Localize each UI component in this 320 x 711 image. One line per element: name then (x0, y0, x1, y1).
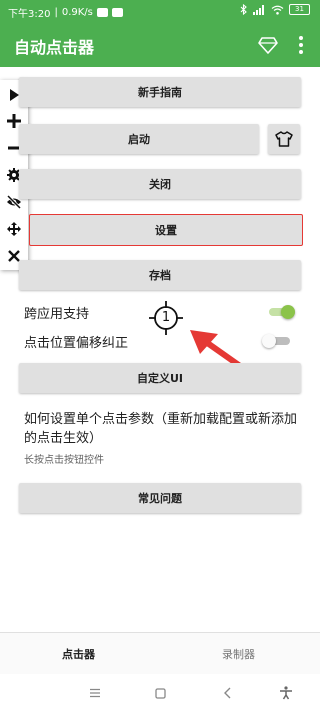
custom-ui-button[interactable]: 自定义UI (19, 363, 301, 393)
info-subtitle: 长按点击按钮控件 (24, 455, 104, 466)
guide-button[interactable]: 新手指南 (19, 77, 301, 107)
status-speed: 0.9K/s (61, 7, 93, 18)
status-time: 下午3:20 (8, 9, 51, 20)
battery-icon: 31 (289, 4, 310, 15)
home-icon[interactable] (151, 684, 169, 702)
cross-app-toggle[interactable] (267, 305, 297, 319)
signal-icon (253, 4, 264, 15)
notification-icon (111, 8, 123, 17)
wifi-icon (271, 5, 284, 15)
save-button[interactable]: 存档 (19, 260, 301, 290)
status-left: 下午3:20 | 0.9K/s (8, 5, 123, 20)
tshirt-icon (275, 131, 293, 147)
cross-app-label: 跨应用支持 (24, 307, 90, 322)
offset-correction-label: 点击位置偏移纠正 (24, 336, 129, 351)
more-vert-icon[interactable] (294, 34, 308, 56)
close-button[interactable]: 关闭 (19, 169, 301, 199)
click-target[interactable]: 1 (148, 300, 184, 336)
app-bar: 自动点击器 (0, 22, 320, 67)
faq-button[interactable]: 常见问题 (19, 483, 301, 513)
back-icon[interactable] (219, 684, 237, 702)
tab-clicker[interactable]: 点击器 (62, 646, 95, 662)
click-target-number: 1 (161, 310, 171, 325)
theme-button[interactable] (268, 124, 300, 154)
notification-icon (96, 8, 108, 17)
settings-button[interactable]: 设置 (29, 214, 303, 246)
diamond-icon[interactable] (258, 35, 278, 55)
menu-icon[interactable] (86, 684, 104, 702)
start-button[interactable]: 启动 (19, 124, 259, 154)
move-icon[interactable] (3, 218, 25, 240)
info-title: 如何设置单个点击参数（重新加载配置或新添加的点击生效） (24, 412, 298, 446)
bottom-nav: 点击器 录制器 (0, 632, 320, 675)
bluetooth-icon (240, 4, 247, 15)
accessibility-icon[interactable] (277, 684, 295, 702)
system-nav-bar (0, 674, 320, 711)
status-right: 31 (240, 4, 310, 15)
status-bar: 下午3:20 | 0.9K/s 31 (0, 0, 320, 22)
offset-correction-toggle[interactable] (262, 334, 292, 348)
tab-recorder[interactable]: 录制器 (222, 646, 255, 662)
app-title: 自动点击器 (14, 38, 95, 57)
